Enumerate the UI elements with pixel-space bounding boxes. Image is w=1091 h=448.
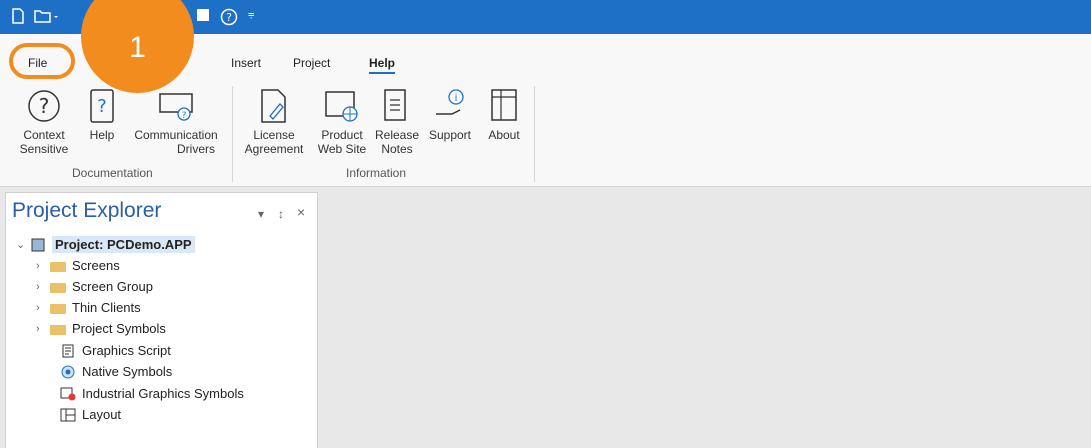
- native-symbols-icon: [61, 365, 75, 378]
- panel-close-icon[interactable]: ×: [297, 204, 305, 220]
- help-circle-icon[interactable]: ?: [220, 8, 238, 29]
- tree-item-label: Screen Group: [72, 279, 153, 294]
- script-icon: [62, 344, 74, 357]
- communication-drivers-button[interactable]: ? Communication Drivers: [126, 88, 226, 156]
- folder-icon: [50, 261, 66, 272]
- panel-dropdown-icon[interactable]: ▾: [258, 207, 264, 221]
- tree-item-screen-group[interactable]: › Screen Group: [36, 279, 153, 294]
- about-button[interactable]: About: [481, 88, 527, 142]
- license-label-2: Agreement: [244, 142, 304, 156]
- tree-item-label: Graphics Script: [82, 343, 171, 358]
- new-file-icon[interactable]: [10, 8, 26, 27]
- about-window-icon: [491, 89, 517, 121]
- information-group-label: Information: [346, 166, 407, 180]
- context-help-icon: ?: [28, 90, 60, 122]
- tree-item-thin-clients[interactable]: › Thin Clients: [36, 300, 141, 315]
- tree-item-screens[interactable]: › Screens: [36, 258, 120, 273]
- product-web-label-1: Product: [321, 128, 363, 142]
- support-hand-info-icon: i: [436, 89, 464, 115]
- product-web-site-button[interactable]: Product Web Site: [311, 88, 373, 156]
- tree-item-label: Project Symbols: [72, 321, 166, 336]
- communication-drivers-label-1: Communication: [134, 128, 218, 142]
- svg-text:?: ?: [97, 96, 107, 117]
- tree-item-label: Screens: [72, 258, 120, 273]
- tree-root-node[interactable]: ⌄ Project: PCDemo.APP: [16, 236, 195, 253]
- collapse-chevron-icon[interactable]: ⌄: [16, 238, 30, 251]
- tree-item-layout[interactable]: Layout: [60, 407, 121, 422]
- license-label-1: License: [253, 128, 295, 142]
- svg-text:i: i: [455, 93, 458, 104]
- workspace-area: [320, 192, 1091, 447]
- communication-drivers-label-2: Drivers: [177, 142, 215, 156]
- open-folder-icon[interactable]: [34, 8, 58, 27]
- release-notes-label-2: Notes: [381, 142, 413, 156]
- help-button[interactable]: ? Help: [82, 88, 122, 142]
- expand-chevron-icon[interactable]: ›: [36, 260, 50, 272]
- industrial-graphics-icon: [60, 387, 76, 400]
- expand-chevron-icon[interactable]: ›: [36, 281, 50, 293]
- project-icon: [31, 238, 45, 251]
- svg-text:?: ?: [39, 94, 50, 118]
- web-site-globe-icon: [325, 91, 358, 122]
- license-document-icon: [261, 89, 286, 123]
- documentation-group-label: Documentation: [72, 166, 153, 180]
- tab-project[interactable]: Project: [293, 56, 330, 70]
- product-web-label-2: Web Site: [317, 142, 367, 156]
- folder-icon: [50, 303, 66, 314]
- tree-item-graphics-script[interactable]: Graphics Script: [60, 343, 171, 358]
- customize-quick-access-icon[interactable]: ⩦: [248, 8, 254, 21]
- project-explorer-panel: Project Explorer ▾ ↕ ×: [5, 192, 318, 448]
- folder-icon: [50, 282, 66, 293]
- expand-chevron-icon[interactable]: ›: [36, 302, 50, 314]
- support-button[interactable]: i Support: [421, 88, 479, 142]
- tree-item-label: Layout: [82, 407, 122, 422]
- svg-text:?: ?: [226, 11, 232, 24]
- tree-item-native-symbols[interactable]: Native Symbols: [60, 364, 172, 379]
- tree-item-label: Native Symbols: [82, 364, 173, 379]
- panel-title: Project Explorer: [12, 199, 162, 222]
- tree-item-label: Industrial Graphics Symbols: [82, 386, 244, 401]
- support-label: Support: [428, 128, 472, 142]
- tree-item-project-symbols[interactable]: › Project Symbols: [36, 321, 166, 336]
- context-sensitive-button[interactable]: ? Context Sensitive: [14, 88, 74, 156]
- tree-root-label: Project: PCDemo.APP: [52, 236, 195, 253]
- help-book-icon: ?: [90, 89, 114, 123]
- release-notes-button[interactable]: Release Notes: [373, 88, 421, 156]
- tab-help[interactable]: Help: [369, 56, 396, 74]
- folder-icon: [50, 324, 66, 335]
- tree-item-industrial-graphics-symbols[interactable]: Industrial Graphics Symbols: [60, 386, 244, 401]
- svg-text:?: ?: [182, 111, 187, 121]
- expand-chevron-icon[interactable]: ›: [36, 323, 50, 335]
- about-label: About: [488, 128, 520, 142]
- group-separator: [232, 86, 233, 182]
- context-sensitive-label-1: Context: [23, 128, 65, 142]
- help-label: Help: [89, 128, 115, 142]
- layout-icon: [60, 408, 76, 421]
- tab-insert[interactable]: Insert: [231, 56, 261, 70]
- communication-drivers-icon: ?: [159, 93, 193, 121]
- panel-pin-icon[interactable]: ↕: [278, 207, 284, 221]
- save-icon[interactable]: [196, 8, 210, 25]
- file-tab-highlight-ring: [9, 43, 75, 79]
- group-separator: [534, 86, 535, 182]
- context-sensitive-label-2: Sensitive: [19, 142, 69, 156]
- release-notes-icon: [384, 89, 406, 121]
- tree-item-label: Thin Clients: [72, 300, 141, 315]
- release-notes-label-1: Release: [374, 128, 420, 142]
- license-agreement-button[interactable]: License Agreement: [238, 88, 310, 156]
